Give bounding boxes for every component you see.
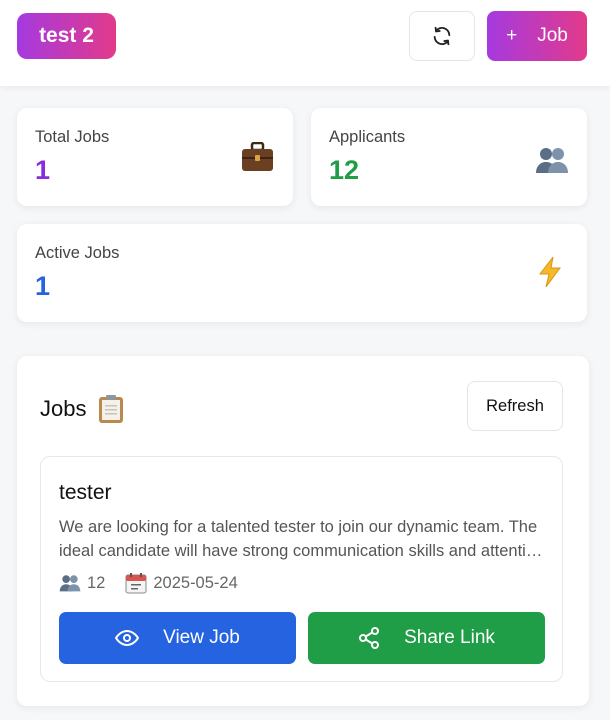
- stat-card-active-jobs: Active Jobs 1: [17, 224, 587, 322]
- stat-label: Total Jobs: [35, 128, 110, 146]
- jobs-panel-title-text: Jobs: [40, 396, 87, 421]
- workspace-badge[interactable]: test 2: [17, 13, 116, 59]
- top-bar: test 2 + Job: [0, 0, 610, 86]
- share-icon: [358, 627, 380, 649]
- clipboard-icon: [98, 394, 124, 424]
- view-job-label: View Job: [163, 627, 240, 648]
- job-card[interactable]: tester We are looking for a talented tes…: [40, 456, 563, 682]
- stat-value: 1: [35, 155, 51, 185]
- job-title: tester: [59, 481, 112, 504]
- people-icon: [59, 574, 81, 592]
- refresh-icon: [431, 25, 453, 47]
- jobs-panel-title: Jobs: [40, 394, 124, 424]
- share-link-button[interactable]: Share Link: [308, 612, 545, 664]
- stat-card-total-jobs: Total Jobs 1: [17, 108, 293, 206]
- job-meta: 12 2025-05-24: [59, 572, 238, 594]
- jobs-panel: Jobs Refresh tester We are looking for a…: [17, 356, 589, 706]
- people-icon: [535, 146, 569, 182]
- stat-card-applicants: Applicants 12: [311, 108, 587, 206]
- view-job-button[interactable]: View Job: [59, 612, 296, 664]
- eye-icon: [115, 629, 140, 647]
- share-link-label: Share Link: [404, 627, 495, 648]
- lightning-icon: [537, 256, 563, 296]
- briefcase-icon: [241, 141, 274, 180]
- plus-icon: +: [506, 25, 518, 46]
- stat-label: Applicants: [329, 128, 406, 146]
- stat-label: Active Jobs: [35, 244, 120, 262]
- add-job-label: Job: [537, 25, 568, 46]
- stat-value: 1: [35, 271, 51, 301]
- add-job-button[interactable]: + Job: [487, 11, 587, 61]
- calendar-icon: [125, 572, 147, 594]
- refresh-button[interactable]: Refresh: [467, 381, 563, 431]
- stat-value: 12: [329, 155, 360, 185]
- job-date: 2025-05-24: [153, 573, 238, 592]
- job-description: We are looking for a talented tester to …: [59, 518, 545, 560]
- refresh-icon-button[interactable]: [409, 11, 475, 61]
- applicant-count: 12: [87, 573, 106, 592]
